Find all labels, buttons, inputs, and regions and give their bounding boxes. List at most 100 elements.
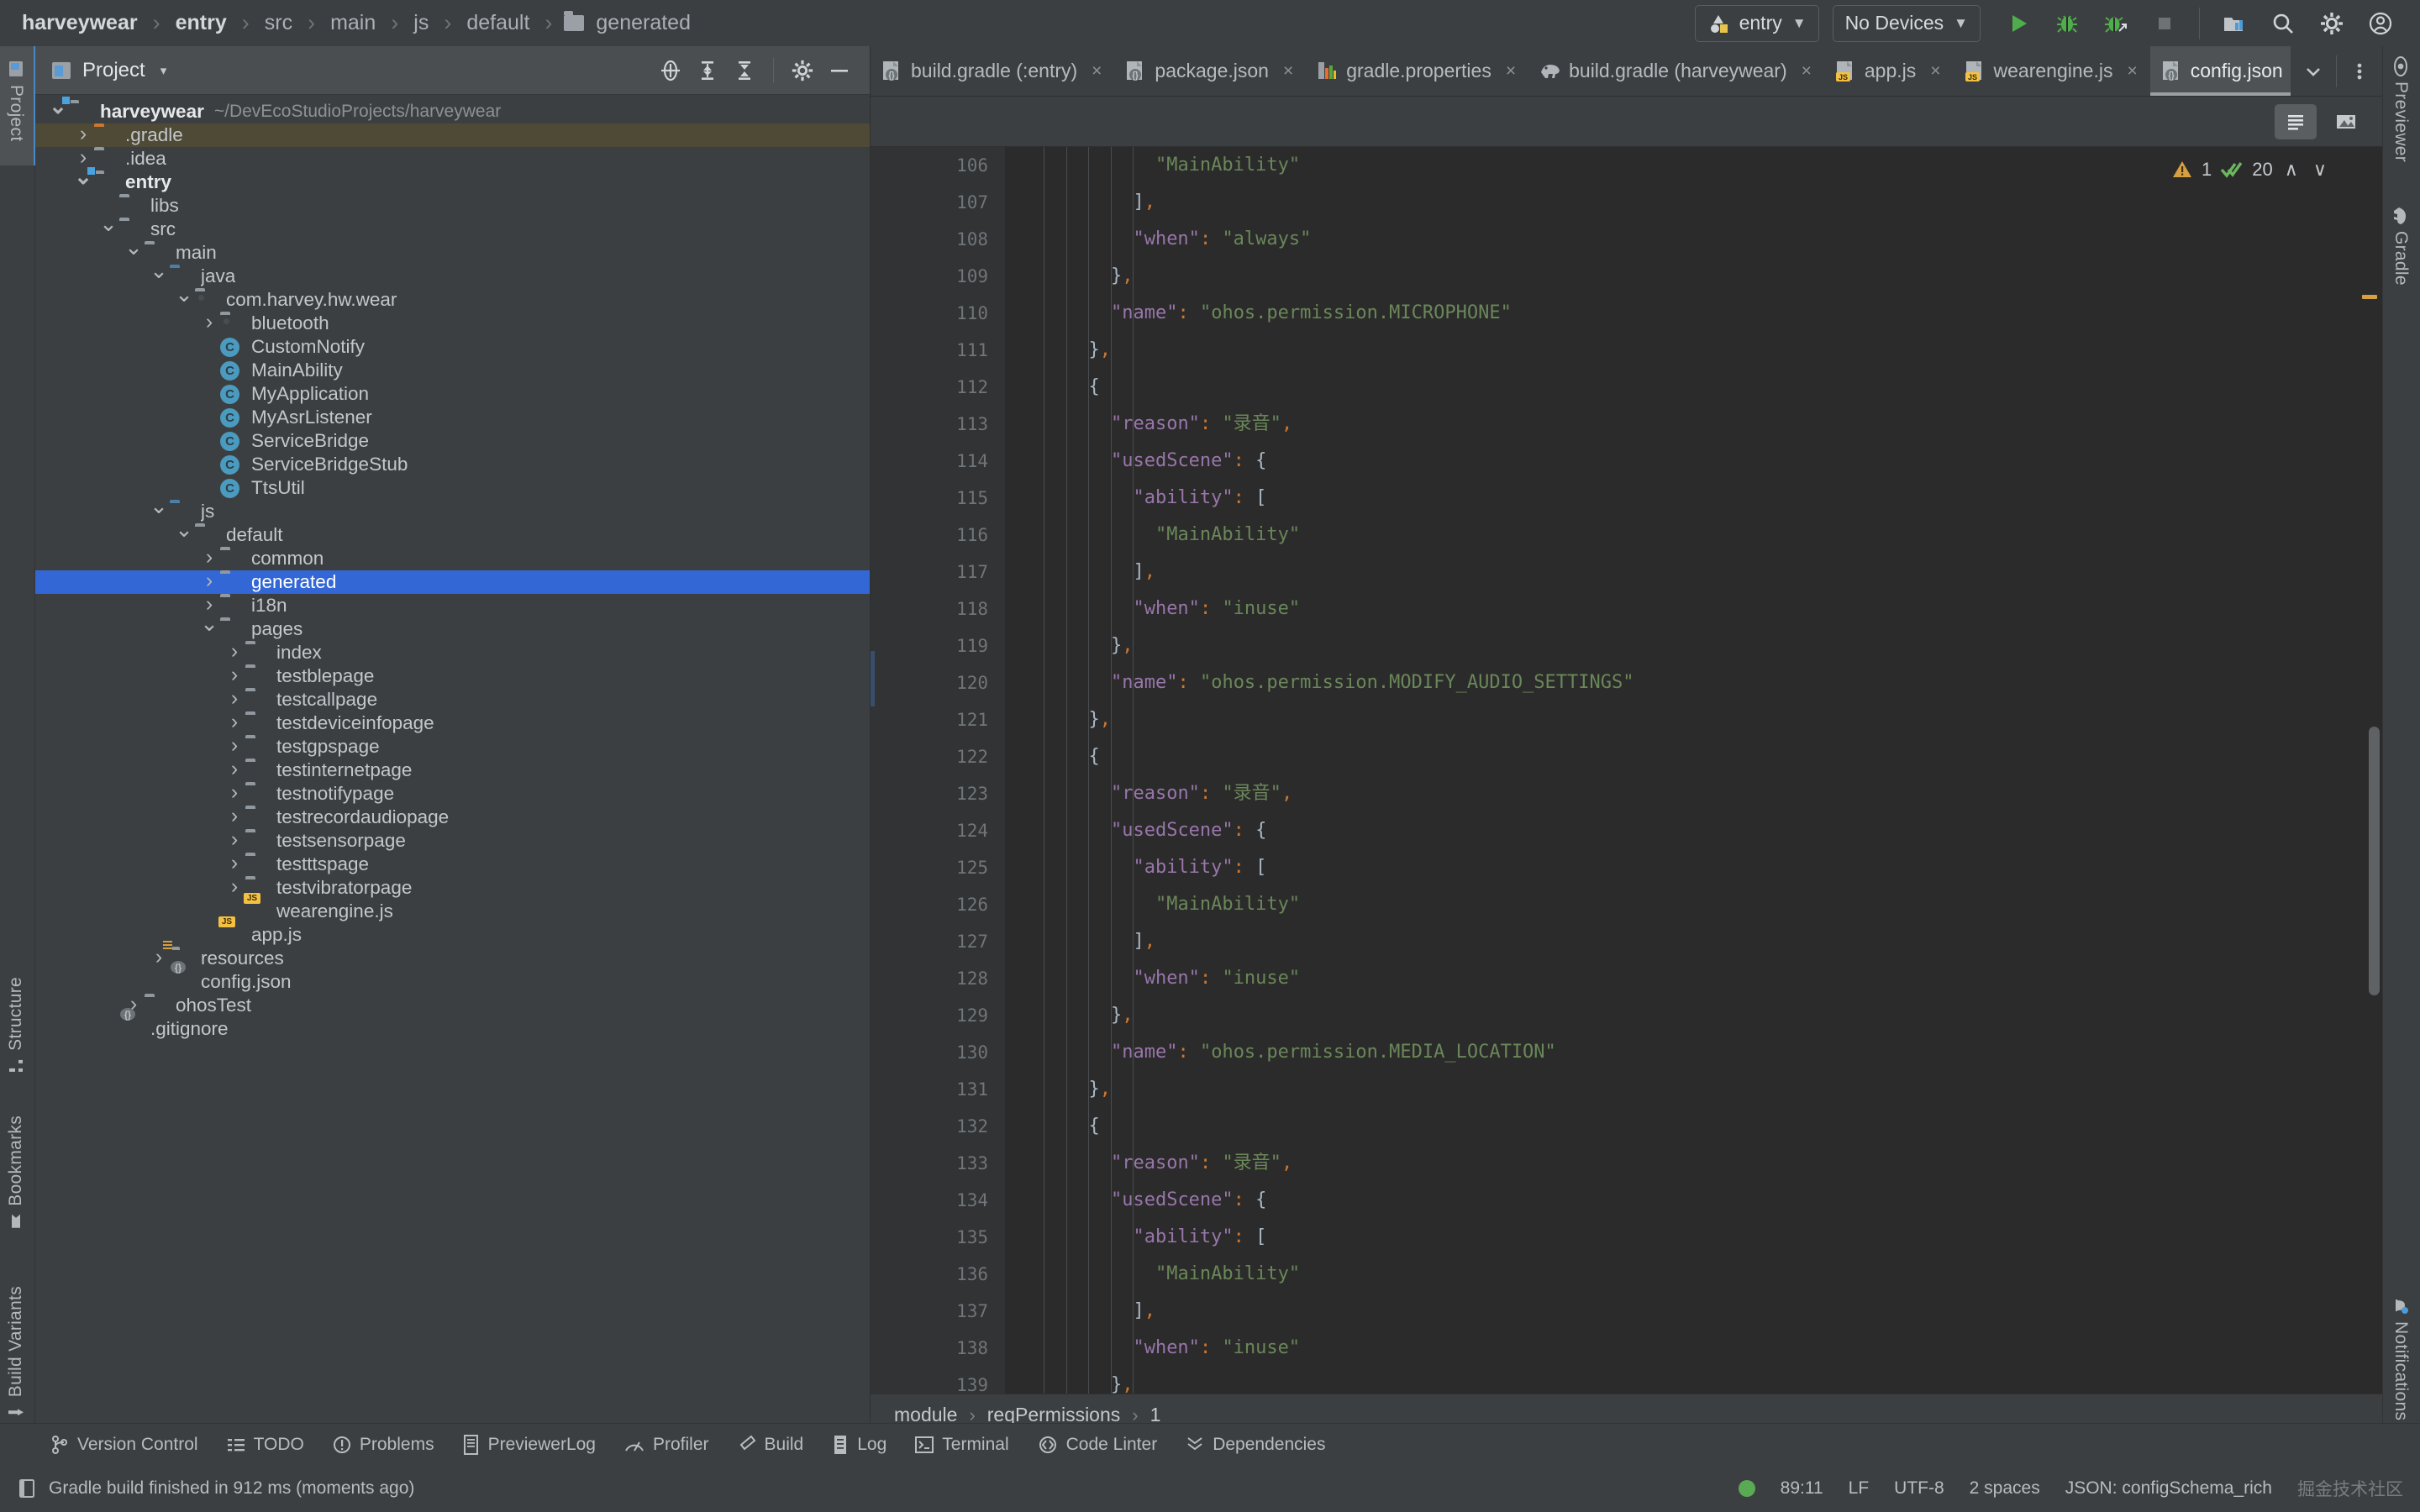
sidebar-item-notifications[interactable]: Notifications [2391, 1296, 2411, 1420]
tree-item-app-js[interactable]: app.js [35, 923, 870, 947]
attach-debugger-button[interactable] [2094, 5, 2138, 42]
line-number[interactable]: 121 [871, 701, 1035, 738]
line-number[interactable]: 116 [871, 517, 1005, 554]
tool-window-dependencies[interactable]: Dependencies [1186, 1435, 1325, 1455]
code-line[interactable]: "name": "ohos.permission.MODIFY_AUDIO_SE… [1005, 664, 2382, 701]
tree-item-libs[interactable]: libs [35, 194, 870, 218]
line-number[interactable]: 133 [871, 1145, 1005, 1182]
debug-button[interactable] [2045, 5, 2089, 42]
line-number[interactable]: 135 [871, 1219, 1035, 1256]
indent-setting[interactable]: 2 spaces [1970, 1478, 2040, 1499]
tree-item-wearengine-js[interactable]: wearengine.js [35, 900, 870, 923]
code-content[interactable]: "MainAbility" ], "when": "always" }, "na… [1005, 147, 2382, 1394]
close-icon[interactable]: × [1802, 61, 1812, 81]
chevron-right-icon[interactable]: › [224, 875, 245, 897]
sidebar-item-gradle[interactable]: Gradle [2391, 207, 2411, 286]
chevron-down-icon[interactable]: ⌄ [148, 495, 170, 517]
chevron-down-icon[interactable]: ⌄ [173, 283, 195, 305]
account-button[interactable] [2359, 5, 2402, 42]
more-options-icon[interactable] [2337, 46, 2382, 96]
chevron-down-icon[interactable]: ⌄ [148, 260, 170, 281]
close-icon[interactable]: × [1092, 61, 1102, 81]
breadcrumb-item-generated[interactable]: generated [564, 11, 694, 35]
chevron-right-icon[interactable]: › [224, 734, 245, 756]
code-line[interactable]: "ability": [ [1005, 1219, 2382, 1256]
tree-item-testblepage[interactable]: › testblepage [35, 664, 870, 688]
line-number[interactable]: 119 [871, 627, 1035, 664]
line-number[interactable]: 126 [871, 886, 1005, 923]
stop-button[interactable] [2143, 5, 2186, 42]
tree-item-pages[interactable]: ⌄ pages [35, 612, 870, 641]
chevron-right-icon[interactable]: › [198, 546, 220, 568]
breadcrumb-item-main[interactable]: main [327, 11, 379, 35]
code-line[interactable]: "name": "ohos.permission.MICROPHONE" [1005, 295, 2382, 332]
tree-item-testinternetpage[interactable]: › testinternetpage [35, 758, 870, 782]
tree-item-servicebridge[interactable]: C ServiceBridge [35, 429, 870, 453]
code-line[interactable]: ], [1005, 184, 2382, 221]
inspection-status-dot[interactable] [1738, 1480, 1755, 1497]
close-icon[interactable]: × [2127, 61, 2137, 81]
chevron-right-icon[interactable]: › [224, 805, 245, 827]
line-number[interactable]: 139 [871, 1367, 1035, 1394]
collapse-all-icon[interactable] [728, 54, 761, 87]
tree-item-testcallpage[interactable]: › testcallpage [35, 687, 870, 711]
warning-marker[interactable] [2362, 295, 2377, 299]
chevron-down-icon[interactable]: ▾ [160, 63, 167, 78]
tool-window-todo[interactable]: TODO [227, 1435, 304, 1455]
editor-marker-bar[interactable] [2360, 147, 2382, 1394]
tree-item-testnotifypage[interactable]: › testnotifypage [35, 781, 870, 806]
line-number[interactable]: 111 [871, 332, 1035, 369]
line-number[interactable]: 107 [871, 184, 1035, 221]
locate-icon[interactable] [654, 54, 687, 87]
code-line[interactable]: ], [1005, 554, 2382, 591]
code-line[interactable]: "when": "inuse" [1005, 960, 2382, 997]
chevron-down-icon[interactable] [2291, 46, 2336, 96]
code-line[interactable]: "MainAbility" [1005, 1256, 2382, 1293]
code-line[interactable]: "MainAbility" [1005, 886, 2382, 923]
editor-tab-gradle-properties[interactable]: gradle.properties × [1306, 46, 1528, 96]
chevron-right-icon[interactable]: › [198, 570, 220, 591]
inspections-widget[interactable]: 1 20 ∧ ∨ [2166, 155, 2335, 184]
breadcrumb-item-src[interactable]: src [261, 11, 296, 35]
line-number[interactable]: 110 [871, 295, 1005, 332]
chevron-right-icon[interactable]: › [72, 123, 94, 144]
code-line[interactable]: "when": "inuse" [1005, 1330, 2382, 1367]
editor-tab-build-gradle--harveywear-[interactable]: build.gradle (harveywear) × [1528, 46, 1824, 96]
code-line[interactable]: }, [1005, 1367, 2382, 1394]
tool-window-previewerlog[interactable]: PreviewerLog [463, 1434, 596, 1455]
chevron-right-icon[interactable]: › [224, 781, 245, 803]
line-number-gutter[interactable]: 106 107 108 109 110 111 112 113 114 115 116 117 118 1… [871, 147, 1035, 1394]
json-schema[interactable]: JSON: configSchema_rich [2065, 1478, 2272, 1499]
code-line[interactable]: ], [1005, 923, 2382, 960]
code-line[interactable]: "when": "always" [1005, 221, 2382, 258]
line-number[interactable]: 108 [871, 221, 1005, 258]
run-configuration-selector[interactable]: entry ▼ [1694, 4, 1819, 42]
code-line[interactable]: "usedScene": { [1005, 443, 2382, 480]
tree-item--gitignore[interactable]: .gitignore [35, 1017, 870, 1041]
line-number[interactable]: 117 [871, 554, 1035, 591]
line-number[interactable]: 109 [871, 258, 1035, 295]
file-encoding[interactable]: UTF-8 [1894, 1478, 1944, 1499]
line-separator[interactable]: LF [1849, 1478, 1870, 1499]
editor-vertical-scrollbar[interactable] [2369, 727, 2380, 995]
tool-window-problems[interactable]: Problems [333, 1435, 434, 1455]
caret-position[interactable]: 89:11 [1781, 1478, 1823, 1499]
tree-item--gradle[interactable]: › .gradle [35, 123, 870, 147]
tool-window-terminal[interactable]: Terminal [915, 1435, 1009, 1455]
code-line[interactable]: "when": "inuse" [1005, 591, 2382, 627]
tree-item-harveywear[interactable]: ⌄ harveywear ~/DevEcoStudioProjects/harvey… [35, 95, 870, 123]
line-number[interactable]: 137 [871, 1293, 1035, 1330]
code-line[interactable]: }, [1005, 627, 2382, 664]
code-line[interactable]: "reason": "录音", [1005, 1145, 2382, 1182]
code-line[interactable]: "usedScene": { [1005, 1182, 2382, 1219]
line-number[interactable]: 129 [871, 997, 1035, 1034]
tree-item-i18n[interactable]: › i18n [35, 593, 870, 617]
chevron-right-icon[interactable]: › [224, 687, 245, 709]
chevron-right-icon[interactable]: › [224, 852, 245, 874]
tree-item-testsensorpage[interactable]: › testsensorpage [35, 828, 870, 853]
tree-item-com-harvey-hw-wear[interactable]: ⌄ com.harvey.hw.wear [35, 283, 870, 312]
line-number[interactable]: 106 [871, 147, 1005, 184]
run-button[interactable] [1996, 5, 2040, 42]
line-number[interactable]: 114 [871, 443, 1035, 480]
line-number[interactable]: 131 [871, 1071, 1035, 1108]
